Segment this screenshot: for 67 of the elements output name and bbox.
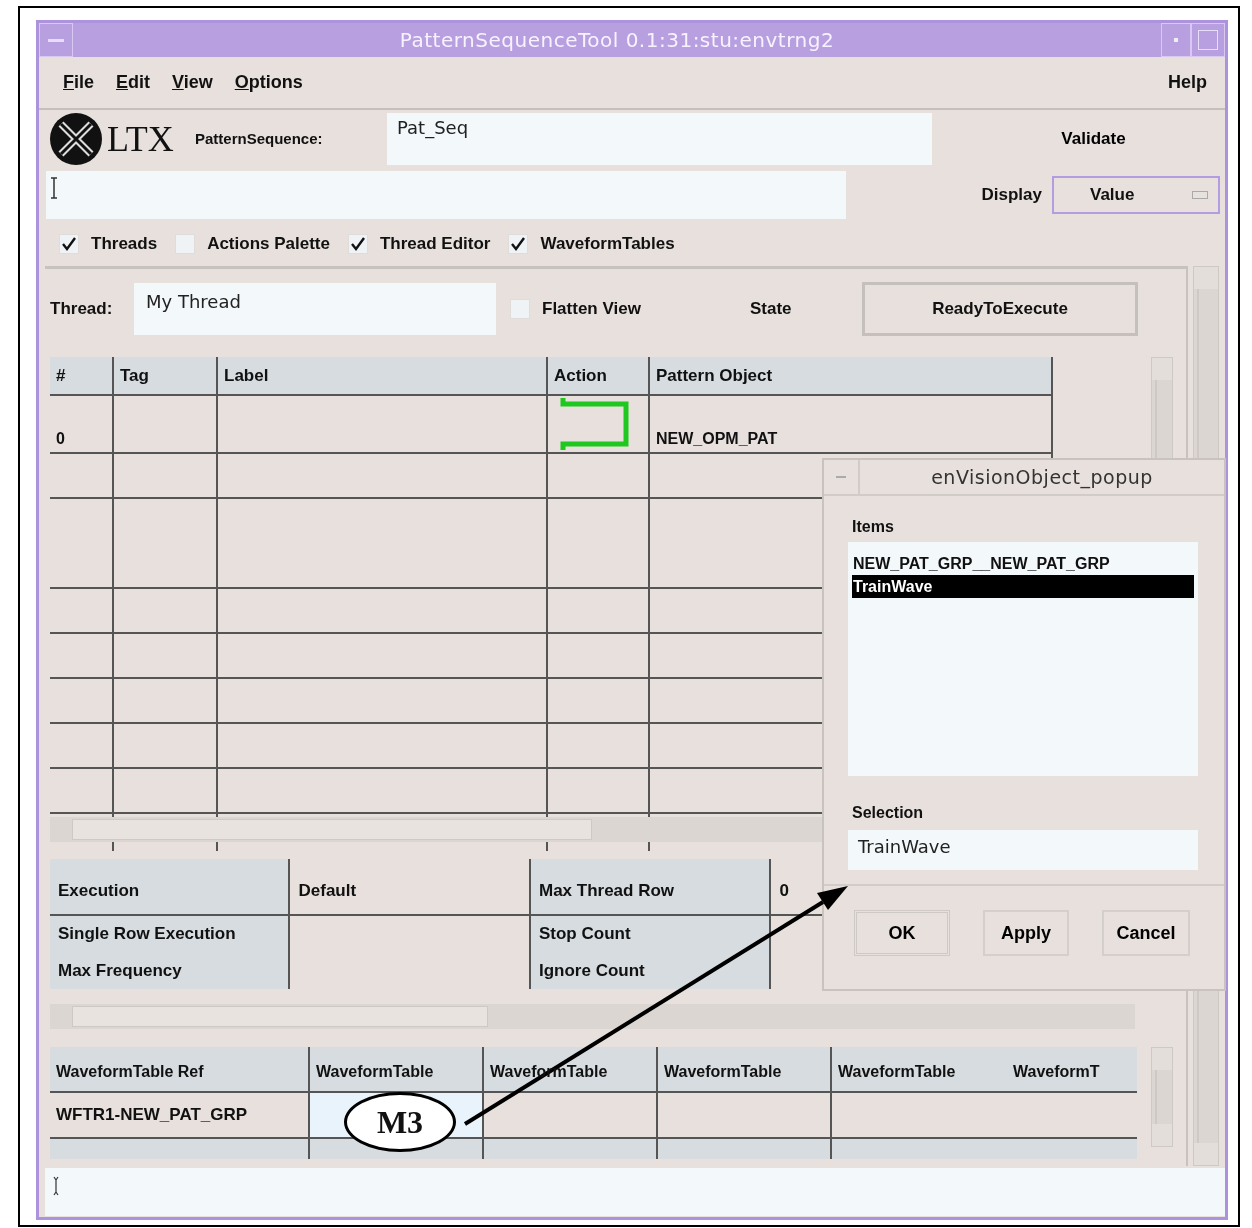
property-label: Execution: [50, 859, 290, 915]
checkbox[interactable]: [510, 299, 530, 319]
text-cursor-icon: [53, 1176, 59, 1196]
table-cell: NEW_OPM_PAT: [649, 395, 1052, 453]
property-label: Ignore Count: [530, 952, 771, 989]
pattern-sequence-field[interactable]: Pat_Seq: [387, 112, 932, 165]
checkbox-label: Actions Palette: [207, 234, 330, 254]
column-header[interactable]: WaveformTable: [309, 1047, 483, 1093]
checkbox[interactable]: [59, 234, 79, 254]
thread-label: Thread:: [50, 299, 114, 319]
maximize-button[interactable]: [1191, 23, 1225, 57]
window-title: PatternSequenceTool 0.1:31:stu:envtrng2: [398, 27, 836, 54]
checkbox[interactable]: [347, 234, 368, 254]
dialog-button[interactable]: Cancel: [1102, 910, 1190, 956]
property-label: Stop Count: [530, 914, 771, 953]
table-cell[interactable]: [483, 1092, 657, 1138]
column-header[interactable]: Tag: [113, 357, 217, 395]
status-field[interactable]: [45, 1168, 1225, 1216]
checkbox-label: Threads: [91, 234, 158, 254]
selection-field[interactable]: TrainWave: [848, 830, 1198, 870]
column-header[interactable]: #: [50, 357, 113, 395]
list-item[interactable]: TrainWave: [852, 575, 1194, 598]
thread-name-field[interactable]: My Thread: [134, 283, 496, 335]
property-label: Max Thread Row: [530, 859, 771, 915]
checkbox-label: Thread Editor: [379, 234, 491, 254]
menu-item[interactable]: Edit: [116, 72, 151, 93]
checkbox[interactable]: [508, 234, 529, 254]
property-label: Max Frequency: [50, 952, 290, 989]
column-header[interactable]: Pattern Object: [649, 357, 1052, 395]
table-cell[interactable]: [831, 1092, 1007, 1138]
table-cell[interactable]: [657, 1092, 831, 1138]
display-dropdown[interactable]: Value: [1052, 175, 1220, 214]
list-item[interactable]: NEW_PAT_GRP__NEW_PAT_GRP: [852, 552, 1194, 575]
state-indicator: ReadyToExecute: [862, 282, 1138, 336]
dialog-button[interactable]: Apply: [983, 910, 1069, 956]
dialog-title: enVisionObject_popup: [930, 465, 1154, 491]
column-header[interactable]: WaveformTable Ref: [50, 1047, 309, 1093]
menu-item[interactable]: File: [63, 72, 94, 93]
logo-icon: [49, 111, 103, 166]
menu-item[interactable]: Help: [1168, 72, 1207, 92]
checkbox-label: Flatten View: [542, 299, 641, 319]
field-label: PatternSequence:: [194, 130, 324, 147]
selection-label: Selection: [852, 804, 925, 822]
column-header[interactable]: Label: [217, 357, 547, 395]
window-menu-button[interactable]: [39, 23, 73, 57]
column-header[interactable]: WaveformTable: [831, 1047, 1007, 1093]
vertical-scrollbar[interactable]: [1151, 1047, 1173, 1147]
dialog-button[interactable]: OK: [854, 910, 950, 956]
table-cell: 0: [50, 395, 113, 453]
state-label: State: [750, 299, 793, 319]
column-header[interactable]: WaveformTable: [657, 1047, 831, 1093]
text-cursor-icon: [50, 176, 58, 199]
checkbox[interactable]: [175, 234, 196, 254]
dropdown-indicator-icon: [1192, 190, 1208, 199]
horizontal-scrollbar[interactable]: [50, 1004, 1135, 1029]
message-field[interactable]: [46, 170, 846, 219]
logo-text: LTX: [107, 117, 174, 160]
action-bracket-icon: [560, 396, 630, 452]
minimize-button[interactable]: [1161, 23, 1191, 57]
checkbox-label: WaveformTables: [540, 234, 675, 254]
menu-item[interactable]: Options: [234, 72, 303, 93]
column-header[interactable]: WaveformT: [1007, 1047, 1137, 1093]
menu-item[interactable]: View: [172, 72, 213, 93]
items-label: Items: [852, 518, 895, 536]
property-label: Single Row Execution: [50, 914, 290, 953]
column-header[interactable]: Action: [547, 357, 649, 395]
display-label: Display: [981, 184, 1042, 205]
